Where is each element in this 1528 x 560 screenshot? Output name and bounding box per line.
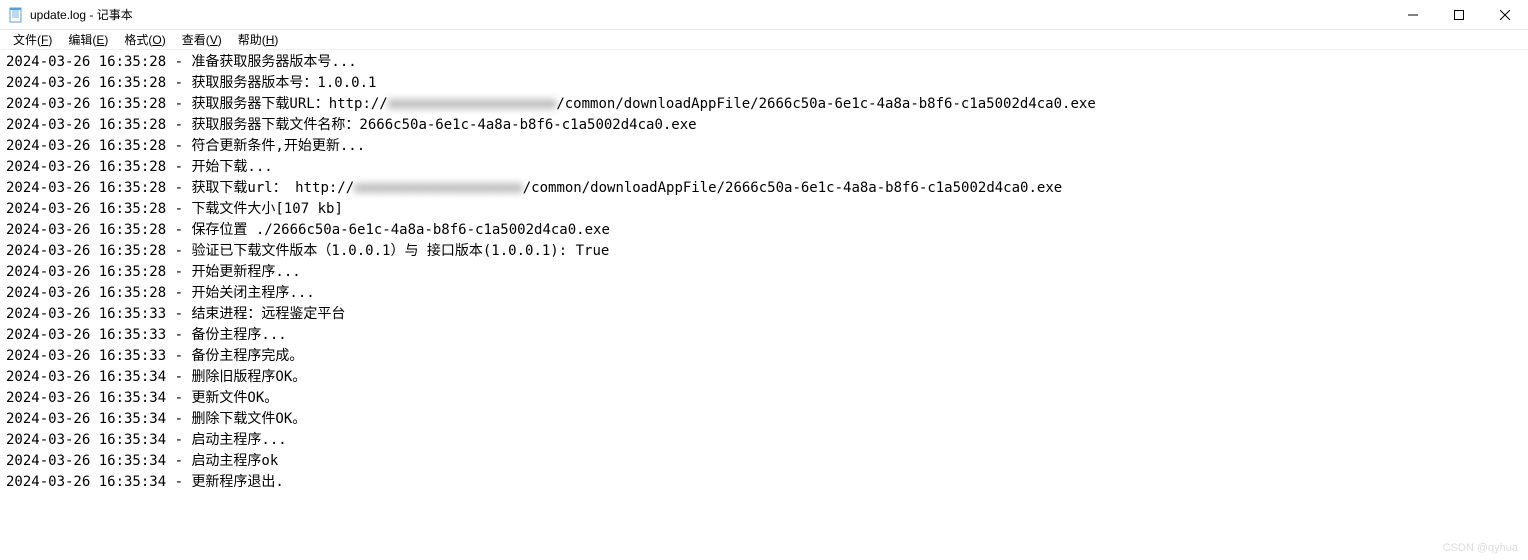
log-line: 2024-03-26 16:35:28 - 下载文件大小[107 kb] [6, 199, 1522, 220]
log-message: 开始关闭主程序... [191, 285, 314, 301]
log-message: 验证已下载文件版本（1.0.0.1）与 接口版本(1.0.0.1): True [191, 243, 609, 259]
log-timestamp: 2024-03-26 16:35:34 - [6, 453, 191, 469]
log-line: 2024-03-26 16:35:28 - 开始关闭主程序... [6, 283, 1522, 304]
notepad-icon [8, 7, 24, 23]
log-timestamp: 2024-03-26 16:35:34 - [6, 390, 191, 406]
titlebar: update.log - 记事本 [0, 0, 1528, 30]
log-message: 获取下载url： http:// [191, 180, 354, 196]
log-timestamp: 2024-03-26 16:35:28 - [6, 243, 191, 259]
log-timestamp: 2024-03-26 16:35:28 - [6, 75, 191, 91]
log-line: 2024-03-26 16:35:33 - 备份主程序... [6, 325, 1522, 346]
log-message: 启动主程序... [191, 432, 286, 448]
log-line: 2024-03-26 16:35:28 - 获取服务器版本号：1.0.0.1 [6, 73, 1522, 94]
menubar: 文件(F) 编辑(E) 格式(O) 查看(V) 帮助(H) [0, 30, 1528, 50]
log-line: 2024-03-26 16:35:34 - 更新文件OK。 [6, 388, 1522, 409]
log-message: 符合更新条件,开始更新... [191, 138, 365, 154]
menu-edit[interactable]: 编辑(E) [61, 30, 115, 49]
window-controls [1390, 0, 1528, 29]
log-message: 准备获取服务器版本号... [191, 54, 356, 70]
log-line: 2024-03-26 16:35:28 - 开始下载... [6, 157, 1522, 178]
log-message: 获取服务器下载文件名称：2666c50a-6e1c-4a8a-b8f6-c1a5… [191, 117, 696, 133]
log-timestamp: 2024-03-26 16:35:28 - [6, 201, 191, 217]
log-message: 启动主程序ok [191, 453, 278, 469]
titlebar-left: update.log - 记事本 [8, 6, 133, 23]
log-timestamp: 2024-03-26 16:35:28 - [6, 117, 191, 133]
log-timestamp: 2024-03-26 16:35:34 - [6, 474, 191, 490]
log-timestamp: 2024-03-26 16:35:28 - [6, 180, 191, 196]
log-timestamp: 2024-03-26 16:35:34 - [6, 369, 191, 385]
log-line: 2024-03-26 16:35:34 - 删除下载文件OK。 [6, 409, 1522, 430]
log-message: 备份主程序... [191, 327, 286, 343]
log-line: 2024-03-26 16:35:28 - 准备获取服务器版本号... [6, 52, 1522, 73]
minimize-button[interactable] [1390, 0, 1436, 29]
log-timestamp: 2024-03-26 16:35:33 - [6, 327, 191, 343]
log-line: 2024-03-26 16:35:34 - 删除旧版程序OK。 [6, 367, 1522, 388]
log-line: 2024-03-26 16:35:33 - 备份主程序完成。 [6, 346, 1522, 367]
log-timestamp: 2024-03-26 16:35:28 - [6, 264, 191, 280]
log-timestamp: 2024-03-26 16:35:28 - [6, 285, 191, 301]
log-line: 2024-03-26 16:35:28 - 符合更新条件,开始更新... [6, 136, 1522, 157]
log-timestamp: 2024-03-26 16:35:34 - [6, 432, 191, 448]
log-timestamp: 2024-03-26 16:35:33 - [6, 306, 191, 322]
window-title: update.log - 记事本 [30, 6, 133, 23]
log-message: 下载文件大小[107 kb] [191, 201, 342, 217]
log-message: 删除下载文件OK。 [191, 411, 306, 427]
log-message: 更新文件OK。 [191, 390, 278, 406]
log-line: 2024-03-26 16:35:28 - 开始更新程序... [6, 262, 1522, 283]
log-line: 2024-03-26 16:35:33 - 结束进程：远程鉴定平台 [6, 304, 1522, 325]
watermark: CSDN @qyhua [1443, 542, 1518, 554]
menu-view[interactable]: 查看(V) [175, 30, 229, 49]
menu-help[interactable]: 帮助(H) [231, 30, 286, 49]
text-content[interactable]: 2024-03-26 16:35:28 - 准备获取服务器版本号...2024-… [0, 50, 1528, 495]
log-timestamp: 2024-03-26 16:35:34 - [6, 411, 191, 427]
log-timestamp: 2024-03-26 16:35:28 - [6, 54, 191, 70]
log-line: 2024-03-26 16:35:34 - 启动主程序ok [6, 451, 1522, 472]
log-line: 2024-03-26 16:35:28 - 获取服务器下载URL：http://… [6, 94, 1522, 115]
log-timestamp: 2024-03-26 16:35:28 - [6, 138, 191, 154]
redacted-text: xxxxxxxxxxxxxxxxxxxx [388, 96, 557, 112]
menu-format[interactable]: 格式(O) [117, 30, 172, 49]
log-line: 2024-03-26 16:35:28 - 获取下载url： http://xx… [6, 178, 1522, 199]
log-message: 开始下载... [191, 159, 272, 175]
log-line: 2024-03-26 16:35:34 - 启动主程序... [6, 430, 1522, 451]
log-message-post: /common/downloadAppFile/2666c50a-6e1c-4a… [556, 96, 1095, 112]
maximize-button[interactable] [1436, 0, 1482, 29]
menu-file[interactable]: 文件(F) [6, 30, 59, 49]
log-message: 开始更新程序... [191, 264, 300, 280]
log-message: 结束进程：远程鉴定平台 [191, 306, 345, 322]
log-timestamp: 2024-03-26 16:35:33 - [6, 348, 191, 364]
log-line: 2024-03-26 16:35:28 - 保存位置 ./2666c50a-6e… [6, 220, 1522, 241]
log-message: 获取服务器版本号：1.0.0.1 [191, 75, 376, 91]
log-message: 更新程序退出. [191, 474, 283, 490]
log-message: 获取服务器下载URL：http:// [191, 96, 387, 112]
log-message: 删除旧版程序OK。 [191, 369, 306, 385]
log-line: 2024-03-26 16:35:28 - 获取服务器下载文件名称：2666c5… [6, 115, 1522, 136]
log-message-post: /common/downloadAppFile/2666c50a-6e1c-4a… [523, 180, 1062, 196]
log-timestamp: 2024-03-26 16:35:28 - [6, 96, 191, 112]
log-message: 保存位置 ./2666c50a-6e1c-4a8a-b8f6-c1a5002d4… [191, 222, 609, 238]
redacted-text: xxxxxxxxxxxxxxxxxxxx [354, 180, 523, 196]
log-message: 备份主程序完成。 [191, 348, 303, 364]
log-line: 2024-03-26 16:35:34 - 更新程序退出. [6, 472, 1522, 493]
close-button[interactable] [1482, 0, 1528, 29]
log-timestamp: 2024-03-26 16:35:28 - [6, 159, 191, 175]
log-timestamp: 2024-03-26 16:35:28 - [6, 222, 191, 238]
log-line: 2024-03-26 16:35:28 - 验证已下载文件版本（1.0.0.1）… [6, 241, 1522, 262]
